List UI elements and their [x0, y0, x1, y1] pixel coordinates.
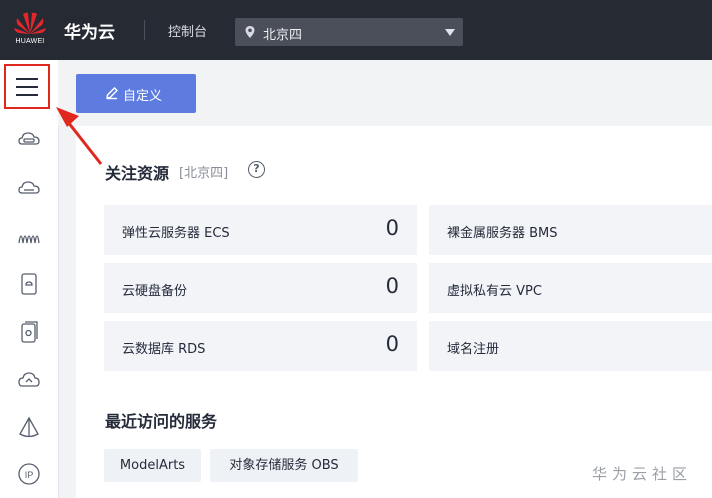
brand-title[interactable]: 华为云 — [64, 18, 115, 43]
resource-name: 弹性云服务器 ECS — [122, 226, 230, 241]
resource-card-domain[interactable]: 域名注册 — [429, 321, 712, 371]
console-link[interactable]: 控制台 — [168, 21, 207, 40]
top-bar: HUAWEI 华为云 控制台 北京四 — [0, 0, 712, 60]
watermark: 华为云社区 — [592, 465, 693, 483]
device-icon[interactable] — [17, 320, 41, 344]
region-value: 北京四 — [263, 28, 303, 43]
resource-name: 域名注册 — [447, 342, 500, 357]
cloud-network-icon[interactable] — [17, 368, 41, 392]
help-icon[interactable]: ? — [248, 161, 265, 178]
customize-label: 自定义 — [123, 89, 163, 104]
menu-icon — [16, 78, 38, 80]
cloud-server-icon[interactable] — [17, 128, 41, 152]
svg-text:IP: IP — [25, 470, 34, 480]
resource-card-vpc[interactable]: 虚拟私有云 VPC — [429, 263, 712, 313]
resource-name: 虚拟私有云 VPC — [447, 284, 542, 299]
edit-icon — [106, 87, 118, 100]
customize-button[interactable]: 自定义 — [76, 74, 196, 113]
focus-region-tag: [北京四] — [179, 166, 229, 181]
resource-card-ecs[interactable]: 弹性云服务器 ECS 0 — [104, 205, 417, 255]
region-select[interactable]: 北京四 — [235, 18, 463, 46]
resource-count: 0 — [385, 332, 399, 356]
menu-button[interactable] — [4, 64, 50, 109]
toolbar: 自定义 — [58, 60, 712, 126]
ip-icon[interactable]: IP — [17, 462, 41, 486]
resource-name: 云数据库 RDS — [122, 342, 206, 357]
resource-count: 0 — [385, 216, 399, 240]
resource-card-rds[interactable]: 云数据库 RDS 0 — [104, 321, 417, 371]
resource-card-bms[interactable]: 裸金属服务器 BMS — [429, 205, 712, 255]
phone-cloud-icon[interactable] — [17, 272, 41, 296]
huawei-logo-icon[interactable] — [10, 8, 50, 52]
recent-services-title: 最近访问的服务 — [105, 412, 218, 431]
resource-name: 裸金属服务器 BMS — [447, 226, 558, 241]
cloud-storage-icon[interactable] — [17, 176, 41, 200]
location-pin-icon — [245, 26, 255, 38]
recent-service-obs[interactable]: 对象存储服务 OBS — [210, 449, 358, 482]
resource-count: 0 — [385, 274, 399, 298]
monitor-waves-icon[interactable] — [17, 224, 41, 248]
chevron-down-icon — [445, 29, 455, 36]
resource-card-backup[interactable]: 云硬盘备份 0 — [104, 263, 417, 313]
focus-resources-title: 关注资源 — [105, 164, 170, 183]
recent-service-modelarts[interactable]: ModelArts — [104, 449, 201, 482]
logo-text: HUAWEI — [15, 38, 45, 45]
header-divider — [144, 20, 145, 40]
cone-icon[interactable] — [17, 416, 41, 440]
resource-name: 云硬盘备份 — [122, 284, 188, 299]
